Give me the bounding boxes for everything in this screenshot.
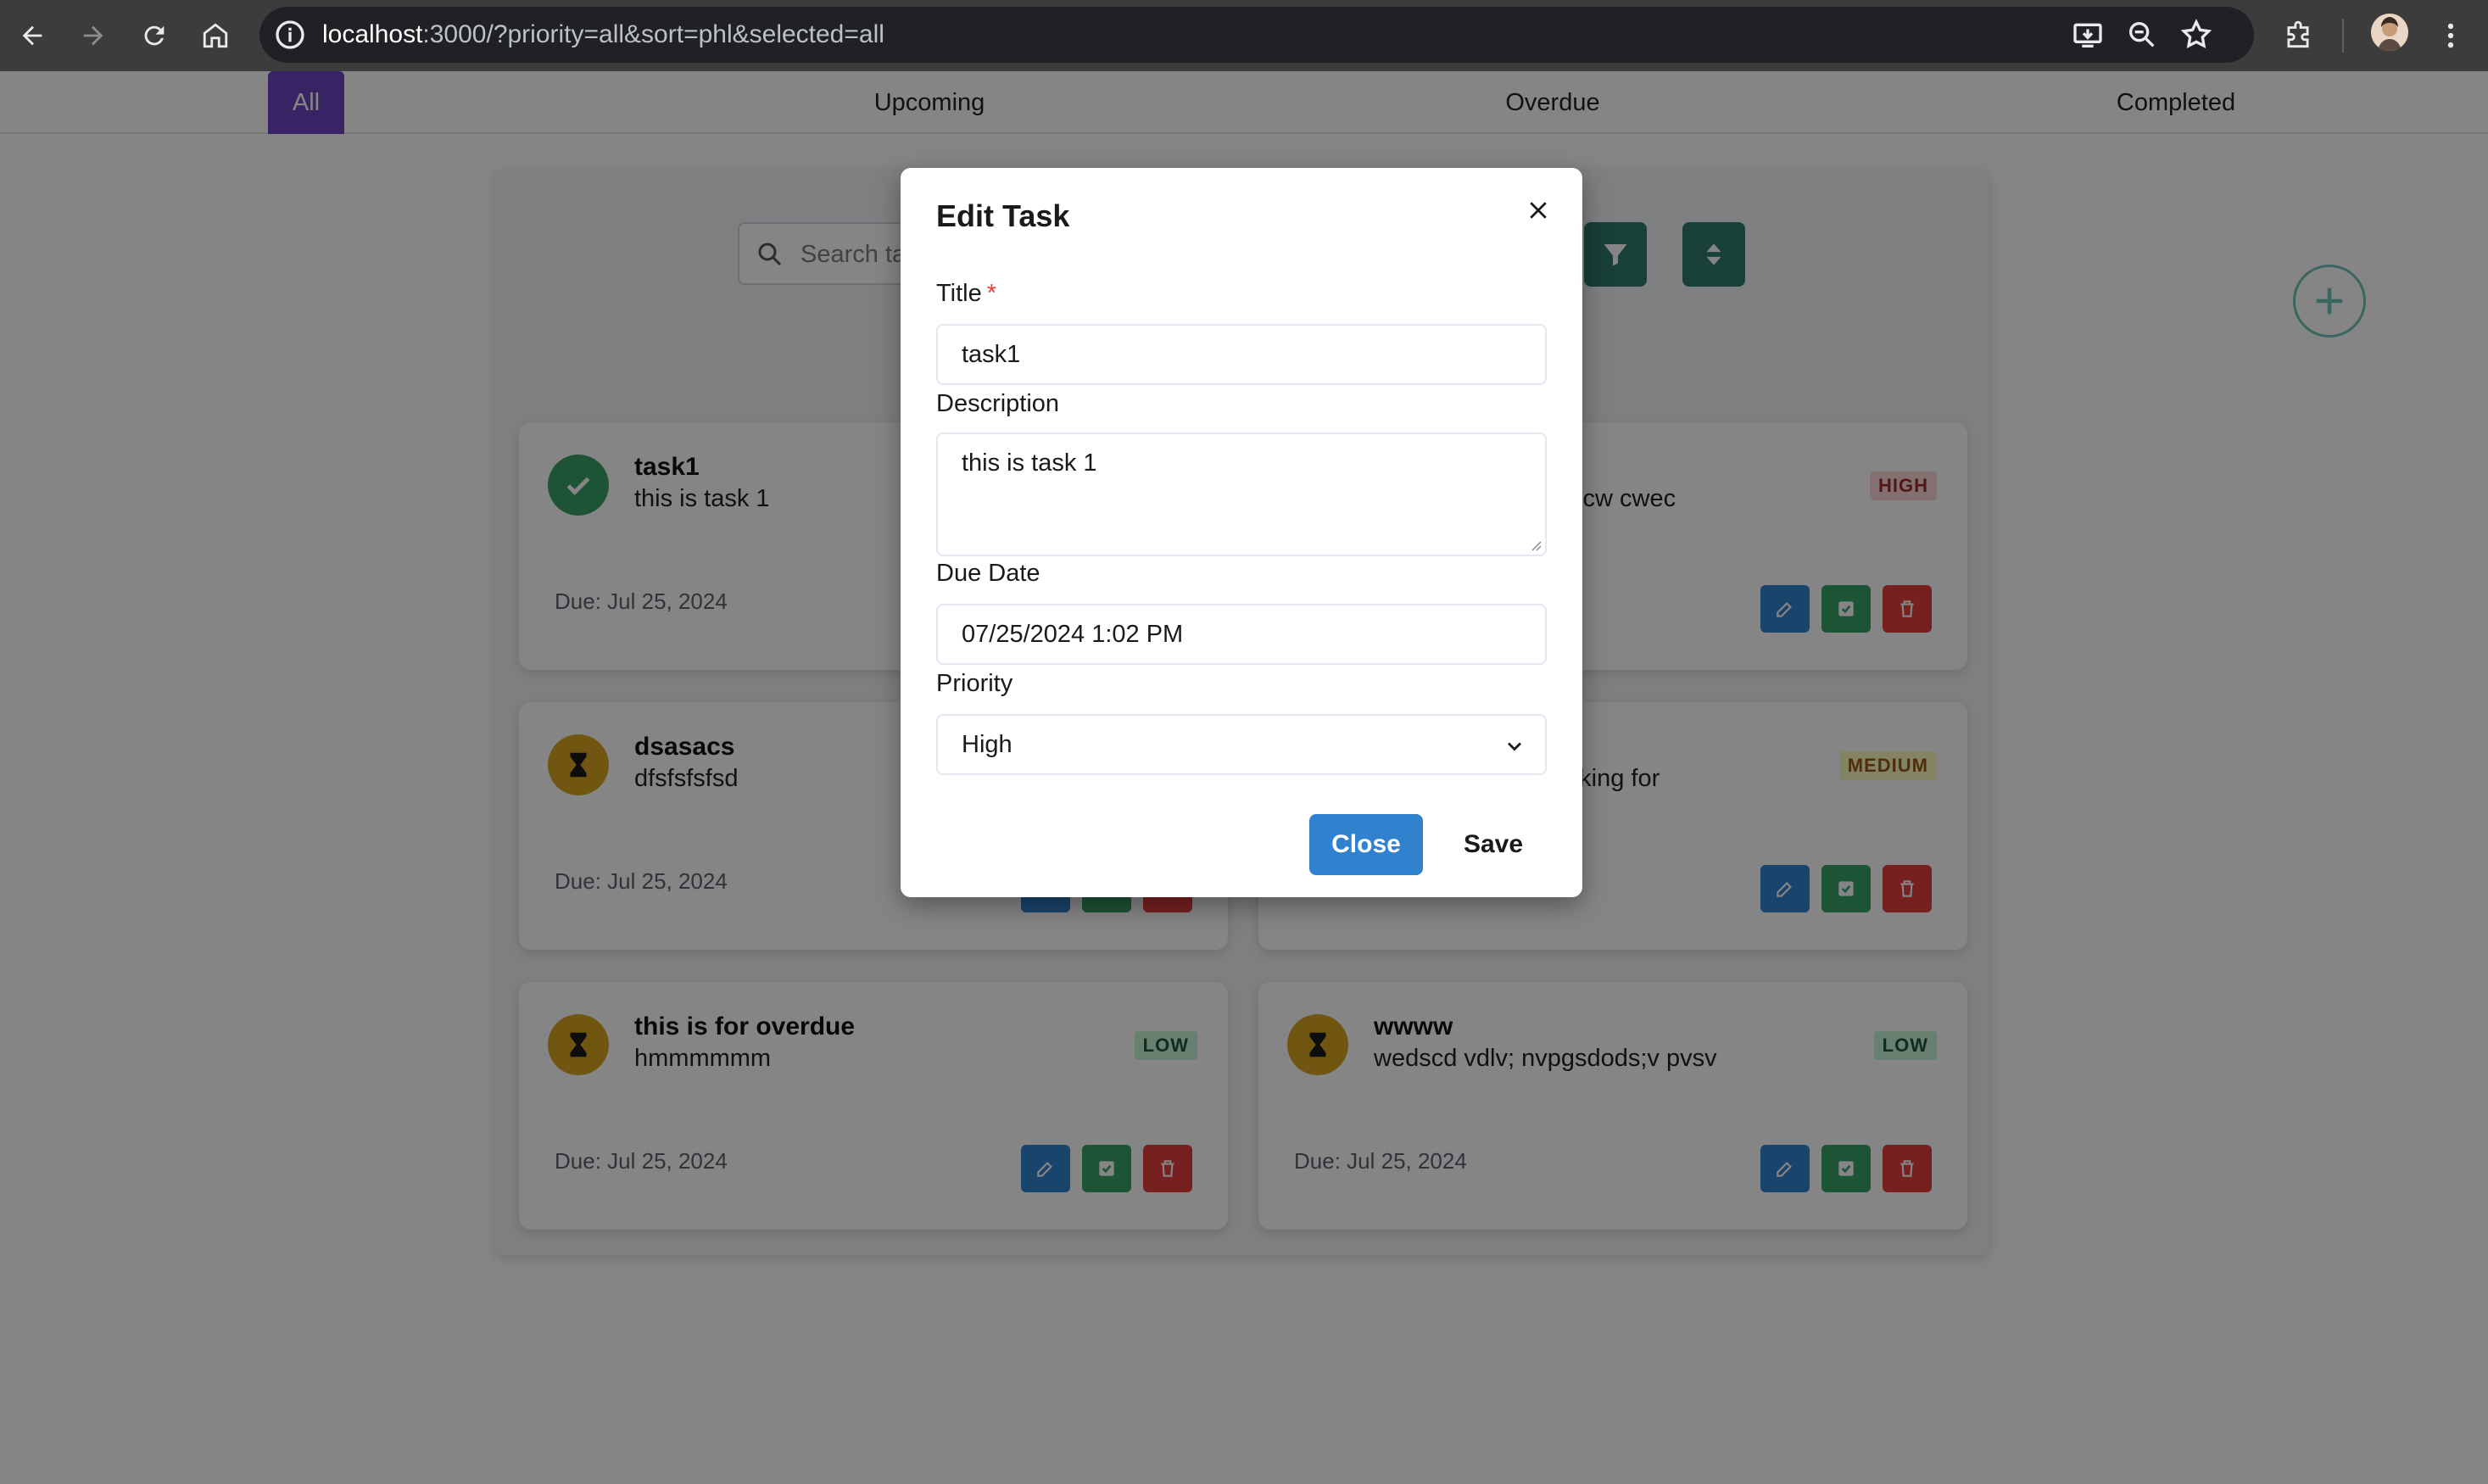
url-text: localhost:3000/?priority=all&sort=phl&se… bbox=[322, 20, 884, 48]
priority-label: Priority bbox=[936, 670, 1013, 697]
save-button[interactable]: Save bbox=[1440, 814, 1547, 875]
browser-menu-button[interactable] bbox=[2430, 15, 2471, 56]
description-label: Description bbox=[936, 390, 1060, 417]
profile-face-icon bbox=[2371, 14, 2408, 51]
close-icon[interactable] bbox=[1520, 192, 1557, 229]
priority-selected-value: High bbox=[962, 731, 1012, 758]
close-button[interactable]: Close bbox=[1309, 814, 1423, 875]
required-mark: * bbox=[986, 280, 997, 307]
reload-icon bbox=[144, 25, 165, 46]
chevron-down-icon bbox=[1508, 742, 1521, 751]
bookmark-star-icon[interactable] bbox=[2179, 18, 2213, 52]
title-input[interactable]: task1 bbox=[936, 324, 1547, 385]
forward-arrow-icon bbox=[83, 25, 103, 46]
address-bar[interactable]: localhost:3000/?priority=all&sort=phl&se… bbox=[259, 7, 2254, 63]
puzzle-icon bbox=[2287, 20, 2309, 48]
dialog-title: Edit Task bbox=[936, 198, 1070, 233]
due-date-label: Due Date bbox=[936, 560, 1040, 587]
description-textarea[interactable]: this is task 1 bbox=[936, 432, 1547, 556]
title-label: Title * bbox=[936, 280, 997, 307]
edit-task-dialog: Edit Task Title * task1 Description this … bbox=[901, 168, 1582, 897]
toolbar-divider bbox=[2342, 19, 2344, 53]
install-app-icon[interactable] bbox=[2071, 18, 2105, 52]
home-icon bbox=[203, 23, 228, 48]
reload-button[interactable] bbox=[129, 10, 180, 61]
home-button[interactable] bbox=[190, 10, 241, 61]
forward-button[interactable] bbox=[68, 10, 119, 61]
priority-select[interactable]: High bbox=[936, 714, 1547, 775]
kebab-menu-icon bbox=[2447, 23, 2454, 48]
extensions-button[interactable] bbox=[2278, 15, 2318, 56]
resize-handle-icon[interactable] bbox=[1528, 538, 1542, 551]
due-date-input[interactable]: 07/25/2024 1:02 PM bbox=[936, 604, 1547, 665]
back-arrow-icon bbox=[22, 25, 42, 46]
zoom-icon[interactable] bbox=[2125, 18, 2159, 52]
site-info-icon[interactable] bbox=[273, 18, 307, 52]
back-button[interactable] bbox=[7, 10, 58, 61]
browser-toolbar: localhost:3000/?priority=all&sort=phl&se… bbox=[0, 0, 2488, 71]
profile-avatar[interactable] bbox=[2371, 14, 2408, 51]
description-value: this is task 1 bbox=[962, 449, 1097, 477]
